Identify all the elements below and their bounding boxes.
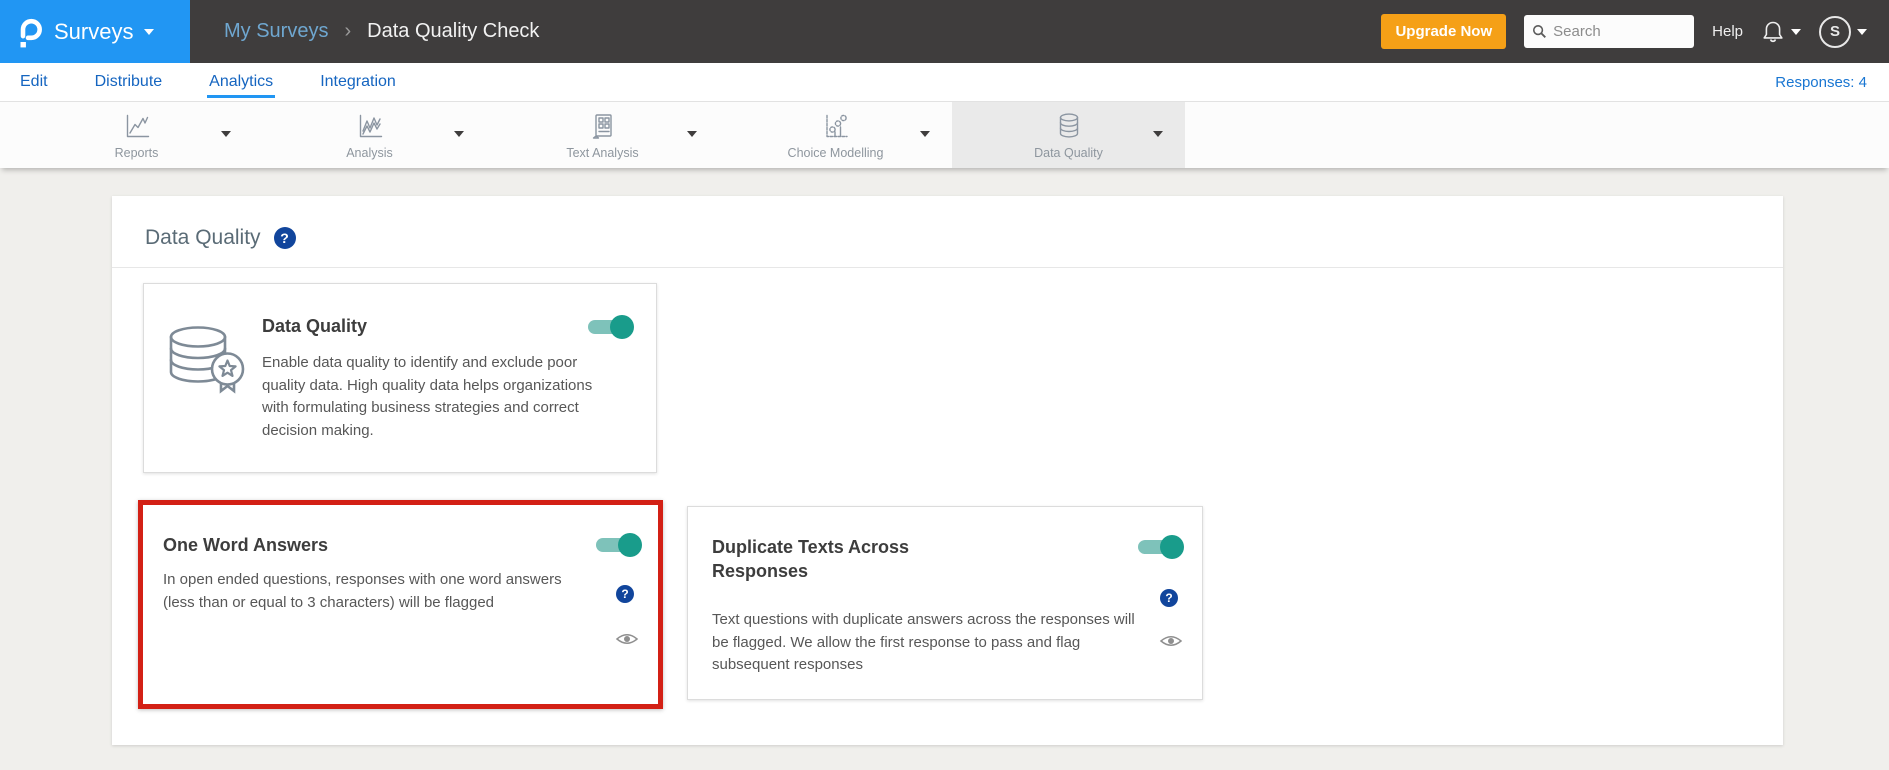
tab-reports[interactable]: Reports xyxy=(20,102,253,168)
header-actions: Upgrade Now Help S xyxy=(1381,14,1889,49)
toggle-knob xyxy=(1160,535,1184,559)
document-icon xyxy=(592,113,612,139)
divider xyxy=(112,267,1783,268)
breadcrumb-separator: › xyxy=(344,20,352,42)
panel-header: Data Quality ? xyxy=(112,196,1783,250)
product-name: Surveys xyxy=(54,18,134,44)
nav-item-analytics[interactable]: Analytics xyxy=(207,67,276,98)
card-title: Data Quality xyxy=(262,316,368,336)
chevron-down-icon[interactable] xyxy=(687,131,697,137)
card-description: In open ended questions, responses with … xyxy=(163,571,562,611)
duplicate-texts-toggle[interactable] xyxy=(1136,535,1184,559)
one-word-answers-toggle[interactable] xyxy=(594,533,642,557)
responses-count[interactable]: Responses: 4 xyxy=(1775,74,1867,91)
database-icon xyxy=(1059,112,1078,138)
card-title: One Word Answers xyxy=(163,535,329,555)
chevron-down-icon[interactable] xyxy=(454,131,464,137)
card-one-word-answers: One Word Answers In open ended questions… xyxy=(138,500,663,709)
tab-label: Choice Modelling xyxy=(787,145,884,160)
tab-label: Text Analysis xyxy=(566,145,639,160)
chevron-down-icon xyxy=(1857,28,1867,35)
tab-data-quality[interactable]: Data Quality xyxy=(952,102,1185,168)
tab-label: Data Quality xyxy=(1034,145,1103,160)
page-help-icon[interactable]: ? xyxy=(273,227,296,249)
questionpro-logo-icon xyxy=(20,18,42,47)
card-help-icon[interactable]: ? xyxy=(616,585,634,603)
card-description: Enable data quality to identify and excl… xyxy=(262,354,593,439)
nav-item-integration[interactable]: Integration xyxy=(318,67,398,98)
card-description: Text questions with duplicate answers ac… xyxy=(712,611,1135,673)
breadcrumb-parent[interactable]: My Surveys xyxy=(224,20,328,43)
chevron-down-icon[interactable] xyxy=(221,131,231,137)
app: Surveys My Surveys › Data Quality Check … xyxy=(0,0,1889,770)
line-chart-icon xyxy=(126,114,149,137)
toggle-knob xyxy=(618,533,642,557)
main-content: Data Quality ? Data Quality Enable data … xyxy=(0,168,1889,770)
breadcrumb: My Surveys › Data Quality Check xyxy=(224,20,539,43)
preview-eye-icon[interactable] xyxy=(615,631,639,647)
avatar: S xyxy=(1819,15,1851,48)
toggle-knob xyxy=(610,315,634,339)
tab-analysis[interactable]: Analysis xyxy=(253,102,486,168)
search-box[interactable] xyxy=(1524,15,1695,48)
account-menu[interactable]: S xyxy=(1819,15,1867,48)
nav-item-distribute[interactable]: Distribute xyxy=(93,67,165,98)
chevron-down-icon[interactable] xyxy=(920,131,930,137)
notifications-button[interactable] xyxy=(1761,19,1801,45)
card-help-icon[interactable]: ? xyxy=(1160,589,1178,607)
multi-line-chart-icon xyxy=(359,114,382,137)
survey-section-nav: Edit Distribute Analytics Integration Re… xyxy=(0,63,1889,101)
nav-item-edit[interactable]: Edit xyxy=(18,67,50,98)
tab-text-analysis[interactable]: Text Analysis xyxy=(486,102,719,168)
card-title: Duplicate Texts Across Responses xyxy=(712,537,910,582)
upgrade-now-button[interactable]: Upgrade Now xyxy=(1381,14,1507,49)
card-duplicate-texts: Duplicate Texts Across Responses ? Text … xyxy=(687,506,1203,700)
tab-choice-modelling[interactable]: Choice Modelling xyxy=(719,102,952,168)
product-switcher[interactable]: Surveys xyxy=(0,0,190,63)
top-header: Surveys My Surveys › Data Quality Check … xyxy=(0,0,1889,63)
bell-icon xyxy=(1763,21,1783,42)
chevron-down-icon[interactable] xyxy=(1153,131,1163,137)
chevron-down-icon xyxy=(144,28,155,35)
chevron-down-icon xyxy=(1791,28,1801,35)
bubble-chart-icon xyxy=(825,114,848,137)
analytics-toolbar: Reports Analysis Text Analysis Choice Mo… xyxy=(0,101,1889,168)
data-quality-toggle[interactable] xyxy=(586,315,634,339)
help-link[interactable]: Help xyxy=(1712,23,1743,40)
breadcrumb-current: Data Quality Check xyxy=(367,20,540,42)
database-quality-icon xyxy=(169,326,245,394)
page-title: Data Quality xyxy=(145,226,261,249)
search-input[interactable] xyxy=(1553,23,1674,40)
data-quality-panel: Data Quality ? Data Quality Enable data … xyxy=(112,196,1783,745)
card-data-quality: Data Quality Enable data quality to iden… xyxy=(143,283,657,473)
search-icon xyxy=(1533,24,1547,38)
tab-label: Analysis xyxy=(346,145,393,160)
tab-label: Reports xyxy=(114,145,159,160)
preview-eye-icon[interactable] xyxy=(1159,633,1183,649)
